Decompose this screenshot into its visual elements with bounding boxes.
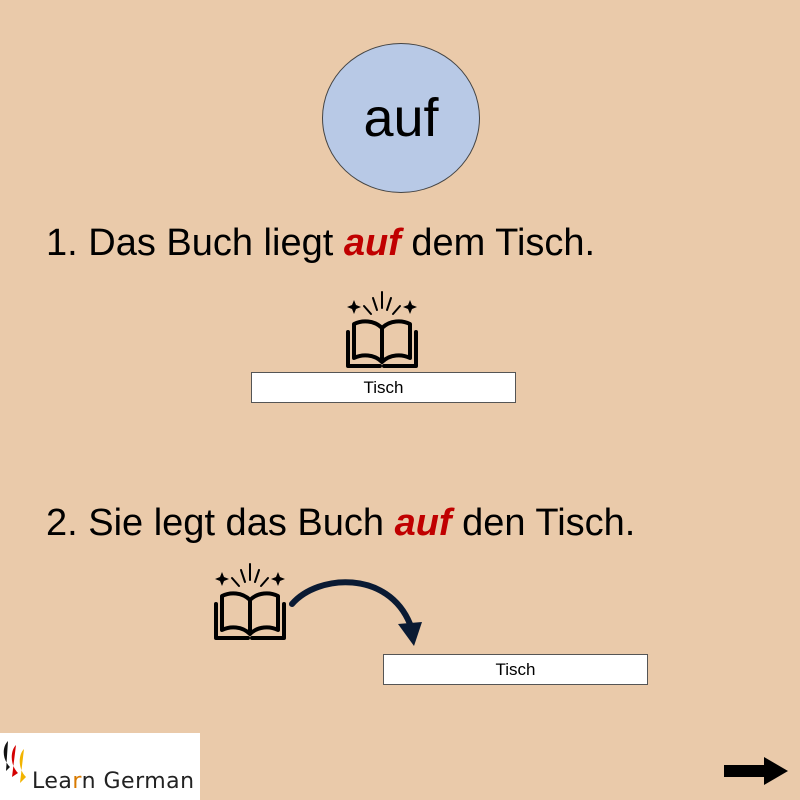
sentence-1-accent: auf bbox=[343, 222, 401, 264]
sentence-2-prefix: 2. Sie legt das Buch bbox=[46, 502, 395, 544]
sentence-2: 2. Sie legt das Buch auf den Tisch. bbox=[46, 502, 635, 545]
next-arrow-button[interactable] bbox=[724, 757, 790, 785]
sentence-2-accent: auf bbox=[394, 502, 452, 544]
sentence-1: 1. Das Buch liegt auf dem Tisch. bbox=[46, 222, 595, 265]
book-icon bbox=[346, 291, 418, 368]
table-label-2: Tisch bbox=[383, 654, 648, 685]
logo-text: Learn German bbox=[32, 769, 195, 794]
logo-text-part2: r bbox=[72, 769, 82, 794]
sentence-1-prefix: 1. Das Buch liegt bbox=[46, 222, 344, 264]
flag-pin-icon bbox=[3, 741, 26, 783]
title-word: auf bbox=[363, 88, 439, 148]
curved-arrow-icon bbox=[289, 579, 422, 646]
title-circle: auf bbox=[322, 43, 480, 193]
book-icon bbox=[214, 563, 286, 640]
logo-text-part3: n German bbox=[81, 769, 195, 794]
sentence-2-suffix: den Tisch. bbox=[451, 502, 636, 544]
sentence-1-suffix: dem Tisch. bbox=[400, 222, 596, 264]
table-label-1: Tisch bbox=[251, 372, 516, 403]
learn-german-logo: Learn German bbox=[0, 733, 200, 800]
logo-text-part1: Lea bbox=[32, 769, 73, 794]
